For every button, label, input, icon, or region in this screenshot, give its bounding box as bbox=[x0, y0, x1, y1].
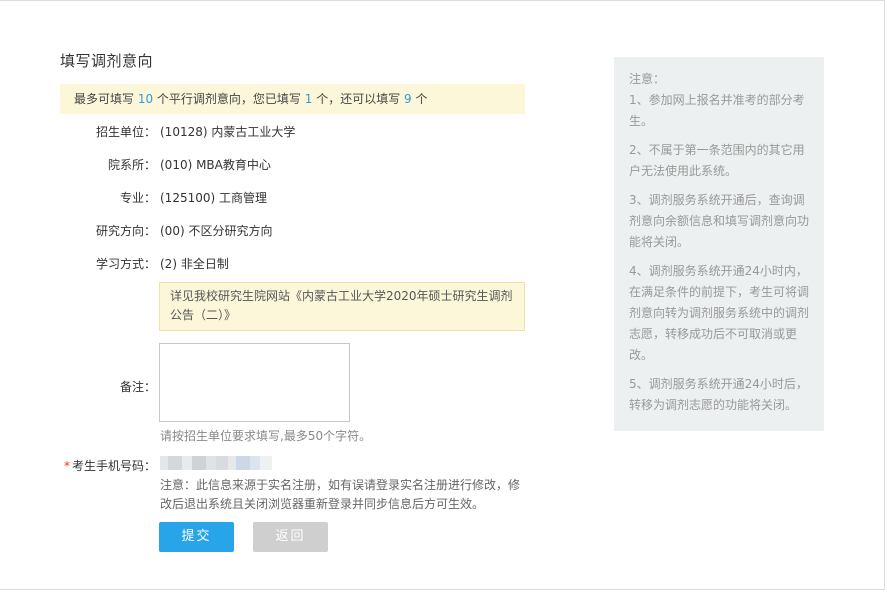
direction-label: 研究方向： bbox=[95, 224, 156, 238]
quota-middle2: 个，还可以填写 bbox=[312, 92, 405, 106]
side-item-5: 5、调剂服务系统开通24小时后，转移为调剂志愿的功能将关闭。 bbox=[629, 377, 808, 412]
remark-textarea[interactable] bbox=[159, 343, 350, 422]
back-button[interactable]: 返回 bbox=[253, 522, 328, 552]
side-item-1: 1、参加网上报名并准考的部分考生。 bbox=[629, 93, 805, 128]
unit-value: (10128) 内蒙古工业大学 bbox=[160, 125, 296, 139]
study-mode-value: (2) 非全日制 bbox=[160, 257, 229, 271]
major-value: (125100) 工商管理 bbox=[160, 191, 267, 205]
remark-label: 备注： bbox=[119, 380, 156, 394]
direction-value: (00) 不区分研究方向 bbox=[160, 224, 273, 238]
dept-label: 院系所： bbox=[107, 158, 156, 172]
quota-middle1: 个平行调剂意向，您已填写 bbox=[153, 92, 305, 106]
side-item-2: 2、不属于第一条范围内的其它用户无法使用此系统。 bbox=[629, 143, 805, 178]
side-panel-title: 注意： bbox=[629, 72, 666, 86]
side-item-4: 4、调剂服务系统开通24小时内，在满足条件的前提下，考生可将调剂意向转为调剂服务… bbox=[629, 264, 810, 362]
announcement-notice: 详见我校研究生院网站《内蒙古工业大学2020年硕士研究生调剂公告（二）》 bbox=[159, 282, 525, 331]
phone-note: 注意：此信息来源于实名注册，如有误请登录实名注册进行修改，修改后退出系统且关闭浏… bbox=[160, 478, 521, 511]
quota-remaining: 9 bbox=[404, 92, 412, 106]
study-mode-label: 学习方式： bbox=[95, 257, 156, 271]
unit-label: 招生单位： bbox=[95, 125, 156, 139]
phone-label: 考生手机号码： bbox=[71, 459, 156, 473]
notice-side-panel: 注意： 1、参加网上报名并准考的部分考生。 2、不属于第一条范围内的其它用户无法… bbox=[614, 57, 824, 431]
submit-button[interactable]: 提交 bbox=[159, 522, 234, 552]
dept-value: (010) MBA教育中心 bbox=[160, 158, 271, 172]
side-item-3: 3、调剂服务系统开通后，查询调剂意向余额信息和填写调剂意向功能将关闭。 bbox=[629, 193, 810, 249]
required-star: * bbox=[63, 459, 70, 473]
quota-max: 10 bbox=[137, 92, 154, 106]
quota-suffix: 个 bbox=[411, 92, 428, 106]
major-label: 专业： bbox=[119, 191, 156, 205]
phone-number-blurred bbox=[160, 455, 272, 471]
remark-hint: 请按招生单位要求填写,最多50个字符。 bbox=[160, 429, 372, 443]
quota-prefix: 最多可填写 bbox=[74, 92, 138, 106]
page-title: 填写调剂意向 bbox=[60, 52, 154, 70]
quota-info-bar: 最多可填写 10 个平行调剂意向，您已填写 1 个，还可以填写 9 个 bbox=[60, 84, 525, 114]
phone-label-group: * 考生手机号码： bbox=[60, 457, 156, 474]
